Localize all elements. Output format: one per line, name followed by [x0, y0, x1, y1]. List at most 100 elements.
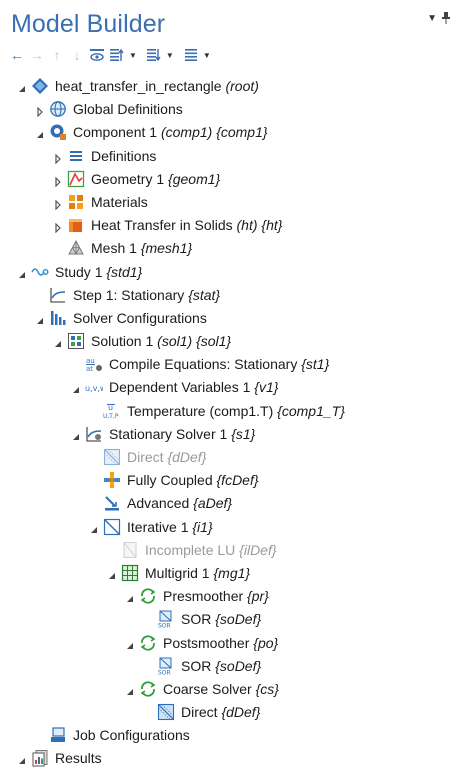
tree-node[interactable]: SOR SOR {soDef} — [0, 655, 455, 678]
tree-node[interactable]: Job Configurations — [0, 724, 455, 747]
tree-node[interactable]: Global Definitions — [0, 98, 455, 121]
collapsed-twisty-icon[interactable] — [35, 104, 45, 118]
stationary-solver-icon — [85, 425, 103, 443]
expanded-twisty-icon[interactable] — [125, 591, 135, 603]
list-menu-icon[interactable] — [182, 46, 200, 64]
tree-node-label: Dependent Variables 1 {v1} — [109, 378, 278, 396]
model-icon — [31, 77, 49, 95]
tree-node[interactable]: Heat Transfer in Solids (ht) {ht} — [0, 214, 455, 237]
tree-node-label: Definitions — [91, 147, 156, 165]
svg-text:u,v,w: u,v,w — [85, 384, 103, 393]
tree-node[interactable]: heat_transfer_in_rectangle (root) — [0, 75, 455, 98]
expanded-twisty-icon[interactable] — [125, 684, 135, 695]
tree-node[interactable]: Coarse Solver {cs} — [0, 678, 455, 701]
tree-node-label: Direct {dDef} — [181, 703, 260, 721]
tree-node[interactable]: Component 1 (comp1) {comp1} — [0, 121, 455, 144]
tree-node-label: Compile Equations: Stationary {st1} — [109, 355, 329, 373]
expanded-twisty-icon[interactable] — [71, 382, 81, 394]
node-tag: {i1} — [192, 518, 213, 535]
expanded-twisty-icon[interactable] — [89, 522, 99, 533]
tree-node[interactable]: SOR SOR {soDef} — [0, 608, 455, 631]
tree-node[interactable]: Solution 1 (sol1) {sol1} — [0, 330, 455, 353]
tree-node[interactable]: Direct {dDef} — [0, 701, 455, 724]
smoother-icon — [139, 587, 157, 605]
show-icon[interactable] — [88, 46, 106, 64]
tree-node[interactable]: Definitions — [0, 145, 455, 168]
svg-text:U,T,P: U,T,P — [103, 413, 119, 420]
node-tag: (comp1) {comp1} — [160, 124, 268, 141]
down-arrow-icon[interactable]: ↓ — [68, 46, 86, 64]
node-tag: {po} — [253, 634, 279, 651]
tree-node[interactable]: Study 1 {std1} — [0, 261, 455, 284]
node-name: Advanced — [127, 495, 190, 512]
panel-menu-arrow-icon[interactable]: ▼ — [427, 13, 437, 24]
node-name: Definitions — [91, 147, 157, 164]
node-tag: {v1} — [254, 379, 279, 396]
collapsed-twisty-icon[interactable] — [53, 174, 63, 188]
node-name: Component 1 — [73, 124, 158, 141]
definitions-icon — [67, 147, 85, 165]
tree-node-label: Job Configurations — [73, 726, 190, 744]
expanded-twisty-icon[interactable] — [53, 336, 63, 348]
sor-icon: SOR — [157, 657, 175, 676]
expanded-twisty-icon[interactable] — [125, 638, 135, 649]
forward-arrow-icon[interactable]: → — [28, 46, 46, 64]
node-name: Step 1: Stationary — [73, 286, 185, 303]
node-name: Multigrid 1 — [145, 564, 210, 581]
collapsed-twisty-icon[interactable] — [53, 197, 63, 211]
tree-node[interactable]: Solver Configurations — [0, 307, 455, 330]
tree-node[interactable]: Stationary Solver 1 {s1} — [0, 423, 455, 446]
node-name: Direct — [127, 449, 164, 465]
tree-node[interactable]: Multigrid 1 {mg1} — [0, 562, 455, 585]
tree-node[interactable]: u U,T,P Temperature (comp1.T) {comp1_T} — [0, 400, 455, 423]
incomplete-lu-icon — [121, 541, 139, 559]
node-tag: {pr} — [247, 588, 269, 605]
tree-node[interactable]: au at Compile Equations: Stationary {st1} — [0, 353, 455, 376]
tree-node[interactable]: Direct {dDef} — [0, 446, 455, 469]
expanded-twisty-icon[interactable] — [17, 267, 27, 278]
tree-node[interactable]: Step 1: Stationary {stat} — [0, 284, 455, 307]
tree-node[interactable]: u,v,w Dependent Variables 1 {v1} — [0, 376, 455, 399]
back-arrow-icon[interactable]: ← — [8, 46, 26, 64]
tree-node[interactable]: Results — [0, 747, 455, 770]
expanded-twisty-icon[interactable] — [71, 429, 81, 440]
expanded-twisty-icon[interactable] — [35, 127, 45, 139]
tree-node[interactable]: Presmoother {pr} — [0, 585, 455, 608]
tree-node[interactable]: Postsmoother {po} — [0, 632, 455, 655]
tree-node[interactable]: Advanced {aDef} — [0, 492, 455, 515]
expanded-twisty-icon[interactable] — [17, 753, 27, 765]
tree-node[interactable]: Fully Coupled {fcDef} — [0, 469, 455, 492]
collapsed-twisty-icon[interactable] — [53, 151, 63, 165]
collapse-dropdown-icon[interactable]: ▼ — [166, 51, 174, 60]
collapsed-twisty-icon[interactable] — [53, 220, 63, 234]
tree-node[interactable]: Geometry 1 {geom1} — [0, 168, 455, 191]
advanced-icon — [103, 494, 121, 512]
tree-node[interactable]: Materials — [0, 191, 455, 214]
model-builder-header: Model Builder ▼ — [0, 0, 455, 44]
tree-node-label: Geometry 1 {geom1} — [91, 170, 220, 188]
node-name: Results — [55, 750, 102, 767]
expanded-twisty-icon[interactable] — [35, 313, 45, 324]
list-menu-dropdown-icon[interactable]: ▼ — [203, 51, 211, 60]
sor-icon: SOR — [157, 610, 175, 630]
multigrid-icon — [121, 564, 139, 582]
tree-node[interactable]: Mesh 1 {mesh1} — [0, 237, 455, 260]
tree-node-label: Heat Transfer in Solids (ht) {ht} — [91, 216, 282, 234]
node-name: heat_transfer_in_rectangle — [55, 78, 222, 94]
tree-node-label: Component 1 (comp1) {comp1} — [73, 123, 268, 141]
expanded-twisty-icon[interactable] — [17, 81, 27, 92]
expand-sections-icon[interactable] — [108, 46, 126, 64]
collapse-sections-icon[interactable] — [145, 46, 163, 64]
smoother-icon — [139, 680, 157, 698]
up-arrow-icon[interactable]: ↑ — [48, 46, 66, 64]
expand-dropdown-icon[interactable]: ▼ — [129, 51, 137, 60]
mesh-icon — [67, 239, 85, 257]
node-name: Geometry 1 — [91, 170, 165, 187]
tree-node-label: Materials — [91, 193, 148, 211]
tree-node[interactable]: Incomplete LU {ilDef} — [0, 539, 455, 562]
node-tag: {ilDef} — [239, 541, 277, 558]
node-tag: {fcDef} — [216, 472, 259, 489]
tree-node[interactable]: Iterative 1 {i1} — [0, 516, 455, 539]
pin-icon[interactable] — [441, 12, 451, 27]
expanded-twisty-icon[interactable] — [107, 568, 117, 579]
